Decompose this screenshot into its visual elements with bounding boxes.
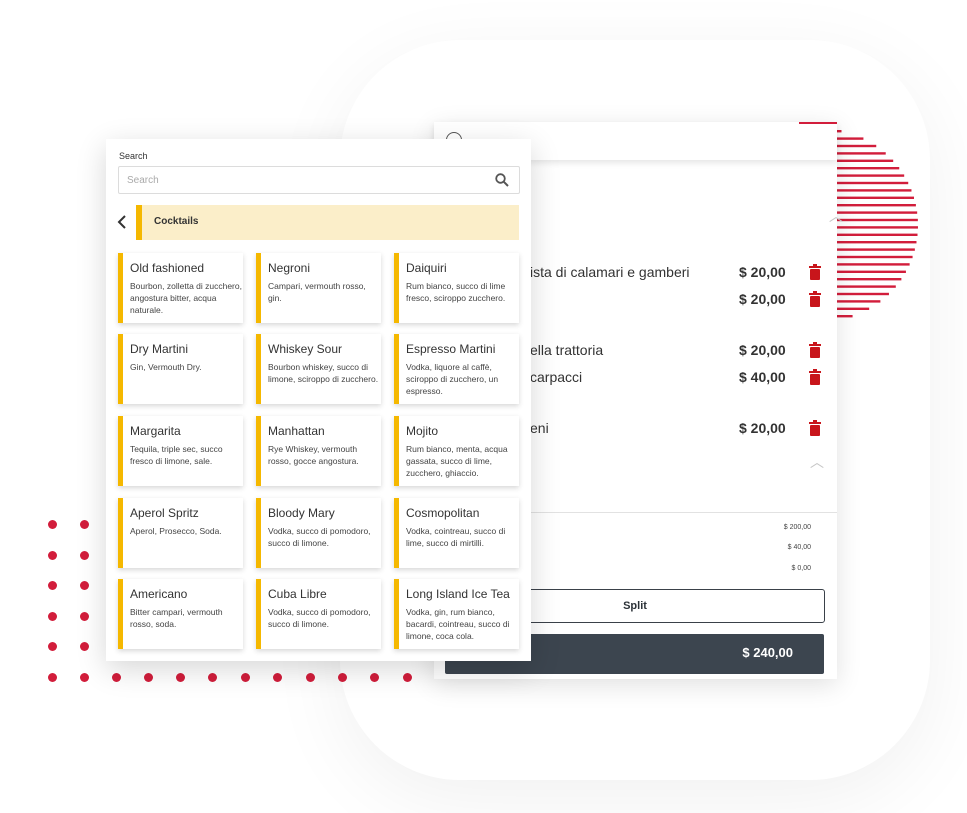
order-item-price: $ 20,00 <box>739 342 786 358</box>
product-name: Whiskey Sour <box>268 342 343 356</box>
product-name: Long Island Ice Tea <box>406 587 510 601</box>
product-name: Daiquiri <box>406 261 447 275</box>
product-description: Tequila, triple sec, succo fresco di lim… <box>130 444 223 466</box>
product-description: Rum bianco, succo di lime fresco, scirop… <box>406 281 506 303</box>
product-description: Rum bianco, menta, acqua gassata, succo … <box>406 444 508 478</box>
product-card[interactable]: Dry Martini Gin, Vermouth Dry. <box>118 334 243 404</box>
product-description: Rye Whiskey, vermouth rosso, gocce angos… <box>268 444 359 466</box>
search-icon[interactable] <box>495 173 509 187</box>
order-item-price: $ 20,00 <box>739 420 786 436</box>
product-card[interactable]: Bloody Mary Vodka, succo di pomodoro, suc… <box>256 498 381 568</box>
decorative-dot <box>48 673 57 682</box>
menu-panel: Search Cocktails Old fashioned Bourbon, z… <box>106 139 531 661</box>
product-card[interactable]: Whiskey Sour Bourbon whiskey, succo di li… <box>256 334 381 404</box>
chevron-up-icon[interactable]: ︿ <box>829 206 843 226</box>
product-description: Bourbon whiskey, succo di limone, scirop… <box>268 362 379 384</box>
order-item-name: eni <box>530 420 549 436</box>
product-description: Vodka, succo di pomodoro, succo di limon… <box>268 607 371 629</box>
chevron-up-icon[interactable]: ︿ <box>810 452 824 472</box>
product-description: Bourbon, zolletta di zucchero, angostura… <box>130 281 242 315</box>
decorative-dot <box>306 673 315 682</box>
decorative-dot <box>208 673 217 682</box>
decorative-dot <box>241 673 250 682</box>
accent-bar <box>799 122 837 124</box>
decorative-dot <box>80 551 89 560</box>
decorative-dot <box>48 642 57 651</box>
decorative-dot <box>80 642 89 651</box>
product-name: Bloody Mary <box>268 506 335 520</box>
product-card[interactable]: Daiquiri Rum bianco, succo di lime fresco… <box>394 253 519 323</box>
decorative-dot <box>403 673 412 682</box>
decorative-dot <box>80 673 89 682</box>
order-item-name: ella trattoria <box>530 342 604 358</box>
product-description: Bitter campari, vermouth rosso, soda. <box>130 607 223 629</box>
trash-icon[interactable] <box>809 420 821 436</box>
product-card[interactable]: Aperol Spritz Aperol, Prosecco, Soda. <box>118 498 243 568</box>
order-item-name: ista di calamari e gamberi <box>530 264 690 280</box>
product-name: Aperol Spritz <box>130 506 199 520</box>
decorative-dot <box>112 673 121 682</box>
product-card[interactable]: Mojito Rum bianco, menta, acqua gassata, … <box>394 416 519 486</box>
decorative-dot <box>80 612 89 621</box>
product-name: Espresso Martini <box>406 342 496 356</box>
back-arrow-icon[interactable] <box>116 215 128 229</box>
decorative-dot <box>370 673 379 682</box>
decorative-dot <box>48 551 57 560</box>
summary-subtotal: $ 200,00 <box>783 524 811 531</box>
product-card[interactable]: Manhattan Rye Whiskey, vermouth rosso, go… <box>256 416 381 486</box>
summary-discount: $ 0,00 <box>791 565 811 572</box>
product-card[interactable]: Long Island Ice Tea Vodka, gin, rum bianc… <box>394 579 519 649</box>
trash-icon[interactable] <box>809 342 821 358</box>
decorative-dot <box>273 673 282 682</box>
decorative-dot <box>80 520 89 529</box>
product-name: Cosmopolitan <box>406 506 480 520</box>
search-label: Search <box>119 151 148 161</box>
trash-icon[interactable] <box>809 264 821 280</box>
decorative-dot <box>48 581 57 590</box>
product-description: Vodka, gin, rum bianco, bacardi, cointre… <box>406 607 510 641</box>
product-card[interactable]: Espresso Martini Vodka, liquore al caffè,… <box>394 334 519 404</box>
decorative-dot <box>48 520 57 529</box>
search-field[interactable] <box>118 166 520 194</box>
decorative-dot <box>144 673 153 682</box>
trash-icon[interactable] <box>809 369 821 385</box>
order-item-price: $ 20,00 <box>739 264 786 280</box>
product-description: Vodka, cointreau, succo di lime, succo d… <box>406 526 506 548</box>
product-name: Old fashioned <box>130 261 205 275</box>
product-name: Mojito <box>406 424 439 438</box>
product-name: Cuba Libre <box>268 587 327 601</box>
decorative-dot <box>338 673 347 682</box>
total-amount: $ 240,00 <box>742 645 793 660</box>
product-card[interactable]: Margarita Tequila, triple sec, succo fres… <box>118 416 243 486</box>
decorative-dot <box>176 673 185 682</box>
product-card[interactable]: Cuba Libre Vodka, succo di pomodoro, succ… <box>256 579 381 649</box>
product-name: Negroni <box>268 261 311 275</box>
category-title: Cocktails <box>154 216 199 227</box>
product-description: Aperol, Prosecco, Soda. <box>130 526 222 536</box>
product-card[interactable]: Americano Bitter campari, vermouth rosso,… <box>118 579 243 649</box>
product-description: Gin, Vermouth Dry. <box>130 362 202 372</box>
product-card[interactable]: Negroni Campari, vermouth rosso, gin. <box>256 253 381 323</box>
product-card[interactable]: Old fashioned Bourbon, zolletta di zucche… <box>118 253 243 323</box>
order-item-price: $ 40,00 <box>739 369 786 385</box>
decorative-dot <box>80 581 89 590</box>
product-description: Vodka, succo di pomodoro, succo di limon… <box>268 526 371 548</box>
summary-tax: $ 40,00 <box>787 544 811 551</box>
product-description: Campari, vermouth rosso, gin. <box>268 281 366 303</box>
product-name: Dry Martini <box>130 342 189 356</box>
product-name: Manhattan <box>268 424 325 438</box>
category-header: Cocktails <box>136 205 519 240</box>
search-input[interactable] <box>125 171 489 189</box>
product-description: Vodka, liquore al caffè, sciroppo di zuc… <box>406 362 499 396</box>
order-item-price: $ 20,00 <box>739 291 786 307</box>
decorative-dot <box>48 612 57 621</box>
product-card[interactable]: Cosmopolitan Vodka, cointreau, succo di l… <box>394 498 519 568</box>
product-name: Margarita <box>130 424 181 438</box>
trash-icon[interactable] <box>809 291 821 307</box>
order-item-name: carpacci <box>530 369 583 385</box>
product-name: Americano <box>130 587 188 601</box>
